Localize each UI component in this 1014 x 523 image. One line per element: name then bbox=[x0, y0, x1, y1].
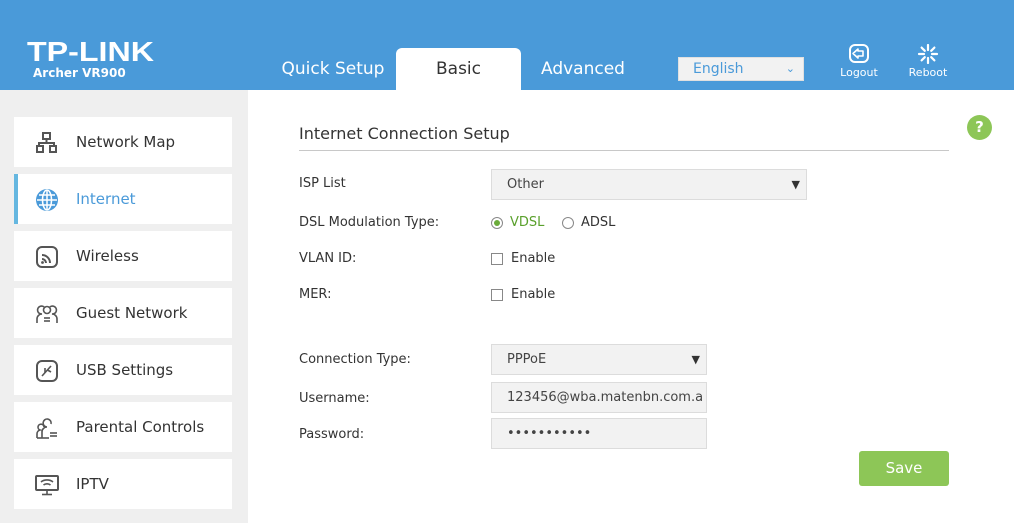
brand-logo: TP-LINK bbox=[27, 36, 155, 67]
logout-button[interactable]: Logout bbox=[829, 44, 889, 79]
wireless-icon bbox=[36, 246, 58, 268]
tab-advanced[interactable]: Advanced bbox=[521, 48, 645, 90]
sidebar-item-label: Parental Controls bbox=[76, 418, 205, 436]
isp-list-select[interactable]: Other ▼ bbox=[491, 169, 807, 200]
password-label: Password: bbox=[299, 427, 365, 442]
sidebar-item-label: Network Map bbox=[76, 133, 176, 151]
usb-icon bbox=[36, 360, 58, 382]
sidebar-item-label: IPTV bbox=[76, 475, 109, 493]
sidebar-item-label: Guest Network bbox=[76, 304, 188, 322]
sidebar-item-network-map[interactable]: Network Map bbox=[14, 117, 232, 167]
radio-unselected-icon bbox=[562, 216, 574, 229]
model-name: Archer VR900 bbox=[33, 66, 126, 80]
parental-controls-icon bbox=[36, 418, 57, 439]
page-title: Internet Connection Setup bbox=[299, 124, 510, 143]
sidebar-item-label: Internet bbox=[76, 190, 136, 208]
isp-list-value: Other bbox=[507, 177, 544, 192]
radio-adsl[interactable]: ADSL bbox=[562, 215, 615, 230]
radio-selected-icon bbox=[491, 216, 503, 229]
reboot-icon bbox=[917, 44, 939, 64]
tab-basic[interactable]: Basic bbox=[396, 48, 521, 90]
language-value: English bbox=[693, 61, 744, 77]
header-bar: TP-LINK Archer VR900 Quick Setup Basic A… bbox=[0, 0, 1014, 90]
connection-type-select[interactable]: PPPoE ▼ bbox=[491, 344, 707, 375]
username-input[interactable]: 123456@wba.matenbn.com.a bbox=[491, 382, 707, 413]
sidebar-item-guest-network[interactable]: Guest Network bbox=[14, 288, 232, 338]
tab-quick-setup[interactable]: Quick Setup bbox=[270, 48, 396, 90]
title-divider bbox=[299, 150, 949, 151]
checkbox-label: Enable bbox=[511, 251, 556, 266]
radio-label: ADSL bbox=[581, 215, 616, 230]
mer-label: MER: bbox=[299, 287, 332, 302]
guest-network-icon bbox=[36, 305, 58, 323]
checkbox-icon bbox=[491, 288, 503, 301]
dropdown-arrow-icon: ▼ bbox=[791, 178, 800, 191]
dropdown-arrow-icon: ▼ bbox=[691, 353, 700, 366]
connection-type-label: Connection Type: bbox=[299, 352, 411, 367]
iptv-icon bbox=[35, 475, 59, 496]
sidebar-item-label: USB Settings bbox=[76, 361, 174, 379]
vlan-enable-checkbox[interactable]: Enable bbox=[491, 251, 555, 266]
save-button[interactable]: Save bbox=[859, 451, 949, 486]
logout-label: Logout bbox=[840, 66, 878, 79]
sidebar: Network Map Internet Wireless Guest Netw… bbox=[0, 90, 248, 523]
logout-icon bbox=[849, 44, 869, 63]
dsl-modulation-label: DSL Modulation Type: bbox=[299, 215, 440, 230]
username-label: Username: bbox=[299, 391, 370, 406]
sidebar-item-wireless[interactable]: Wireless bbox=[14, 231, 232, 281]
chevron-down-icon: ⌄ bbox=[785, 62, 795, 75]
radio-vdsl[interactable]: VDSL bbox=[491, 215, 544, 230]
sidebar-item-label: Wireless bbox=[76, 247, 139, 265]
vlan-id-label: VLAN ID: bbox=[299, 251, 357, 266]
network-map-icon bbox=[36, 132, 57, 153]
sidebar-item-internet[interactable]: Internet bbox=[14, 174, 232, 224]
sidebar-item-usb-settings[interactable]: USB Settings bbox=[14, 345, 232, 395]
radio-label: VDSL bbox=[510, 215, 545, 230]
isp-list-label: ISP List bbox=[299, 176, 346, 191]
mer-enable-checkbox[interactable]: Enable bbox=[491, 287, 555, 302]
checkbox-icon bbox=[491, 252, 503, 265]
sidebar-item-parental-controls[interactable]: Parental Controls bbox=[14, 402, 232, 452]
help-button[interactable]: ? bbox=[967, 115, 992, 140]
password-input[interactable]: ••••••••••• bbox=[491, 418, 707, 449]
connection-type-value: PPPoE bbox=[507, 352, 547, 367]
reboot-label: Reboot bbox=[908, 66, 948, 79]
globe-icon bbox=[36, 189, 58, 211]
checkbox-label: Enable bbox=[511, 287, 556, 302]
sidebar-item-iptv[interactable]: IPTV bbox=[14, 459, 232, 509]
language-select[interactable]: English ⌄ bbox=[678, 57, 804, 81]
reboot-button[interactable]: Reboot bbox=[898, 44, 958, 79]
